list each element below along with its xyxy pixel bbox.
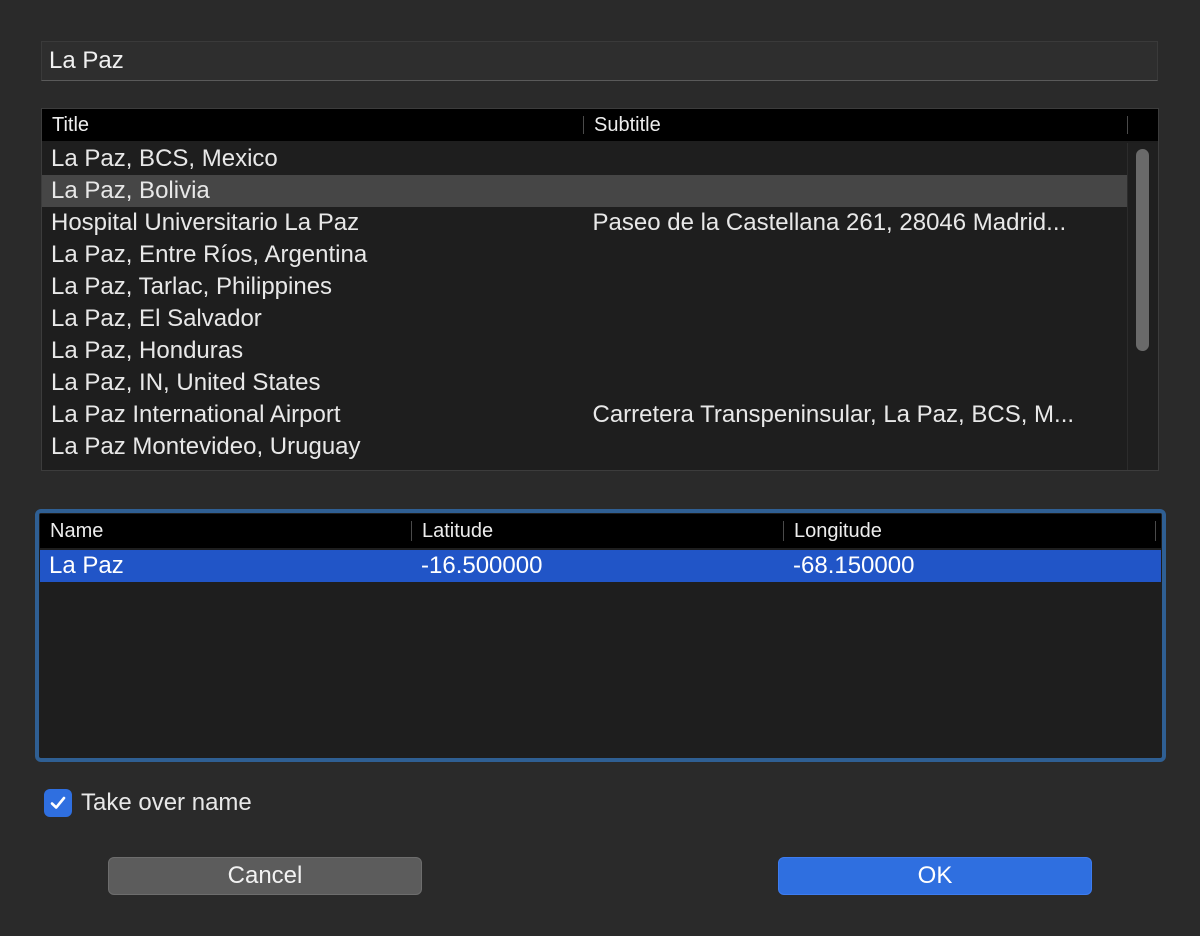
- checkmark-icon: [50, 796, 66, 809]
- table-row-selected[interactable]: La Paz -16.500000 -68.150000: [40, 550, 1161, 582]
- table-row[interactable]: La Paz, El Salvador: [42, 303, 1128, 335]
- result-title: La Paz, Honduras: [51, 337, 244, 364]
- take-over-name-label: Take over name: [81, 789, 252, 816]
- result-subtitle: Carretera Transpeninsular, La Paz, BCS, …: [592, 401, 1075, 428]
- location-latitude: -16.500000: [421, 552, 543, 579]
- result-title: La Paz, BCS, Mexico: [51, 145, 278, 172]
- table-row[interactable]: La Paz, Honduras: [42, 335, 1128, 367]
- take-over-name-option[interactable]: Take over name: [44, 789, 252, 817]
- column-header-title[interactable]: Title: [42, 109, 584, 141]
- result-title: La Paz International Airport: [51, 401, 341, 428]
- result-title: La Paz, El Salvador: [51, 305, 262, 332]
- result-title: La Paz, IN, United States: [51, 369, 321, 396]
- result-title: La Paz, Tarlac, Philippines: [51, 273, 333, 300]
- table-row[interactable]: La Paz International Airport Carretera Tr…: [42, 399, 1128, 431]
- scrollbar-thumb[interactable]: [1136, 149, 1149, 351]
- results-table[interactable]: Title Subtitle La Paz, BCS, Mexico La Pa…: [41, 108, 1159, 471]
- result-title: La Paz Montevideo, Uruguay: [51, 433, 361, 460]
- table-row[interactable]: La Paz, Tarlac, Philippines: [42, 271, 1128, 303]
- result-title: La Paz, Bolivia: [51, 177, 210, 204]
- search-input-value: La Paz: [49, 47, 124, 74]
- table-row[interactable]: La Paz Montevideo, Uruguay: [42, 431, 1128, 463]
- table-row-selected[interactable]: La Paz, Bolivia: [42, 175, 1128, 207]
- column-header-longitude[interactable]: Longitude: [784, 514, 1156, 548]
- table-row[interactable]: Hospital Universitario La Paz Paseo de la…: [42, 207, 1128, 239]
- vertical-scrollbar[interactable]: [1127, 143, 1158, 470]
- result-title: Hospital Universitario La Paz: [51, 209, 360, 236]
- results-list: La Paz, BCS, Mexico La Paz, Bolivia Hosp…: [42, 143, 1128, 463]
- results-table-header: Title Subtitle: [42, 109, 1158, 141]
- location-longitude: -68.150000: [793, 552, 915, 579]
- column-header-latitude[interactable]: Latitude: [412, 514, 784, 548]
- ok-button[interactable]: OK: [778, 857, 1092, 895]
- coordinates-table-header: Name Latitude Longitude: [40, 514, 1161, 548]
- coordinates-table[interactable]: Name Latitude Longitude La Paz -16.50000…: [35, 509, 1166, 762]
- table-row[interactable]: La Paz, BCS, Mexico: [42, 143, 1128, 175]
- cancel-button[interactable]: Cancel: [108, 857, 422, 895]
- take-over-name-checkbox[interactable]: [44, 789, 72, 817]
- table-row[interactable]: La Paz, IN, United States: [42, 367, 1128, 399]
- search-input[interactable]: La Paz: [41, 41, 1158, 81]
- table-row[interactable]: La Paz, Entre Ríos, Argentina: [42, 239, 1128, 271]
- location-name: La Paz: [49, 552, 124, 579]
- column-header-subtitle[interactable]: Subtitle: [584, 109, 1128, 141]
- column-header-name[interactable]: Name: [40, 514, 412, 548]
- result-title: La Paz, Entre Ríos, Argentina: [51, 241, 368, 268]
- result-subtitle: Paseo de la Castellana 261, 28046 Madrid…: [592, 209, 1067, 236]
